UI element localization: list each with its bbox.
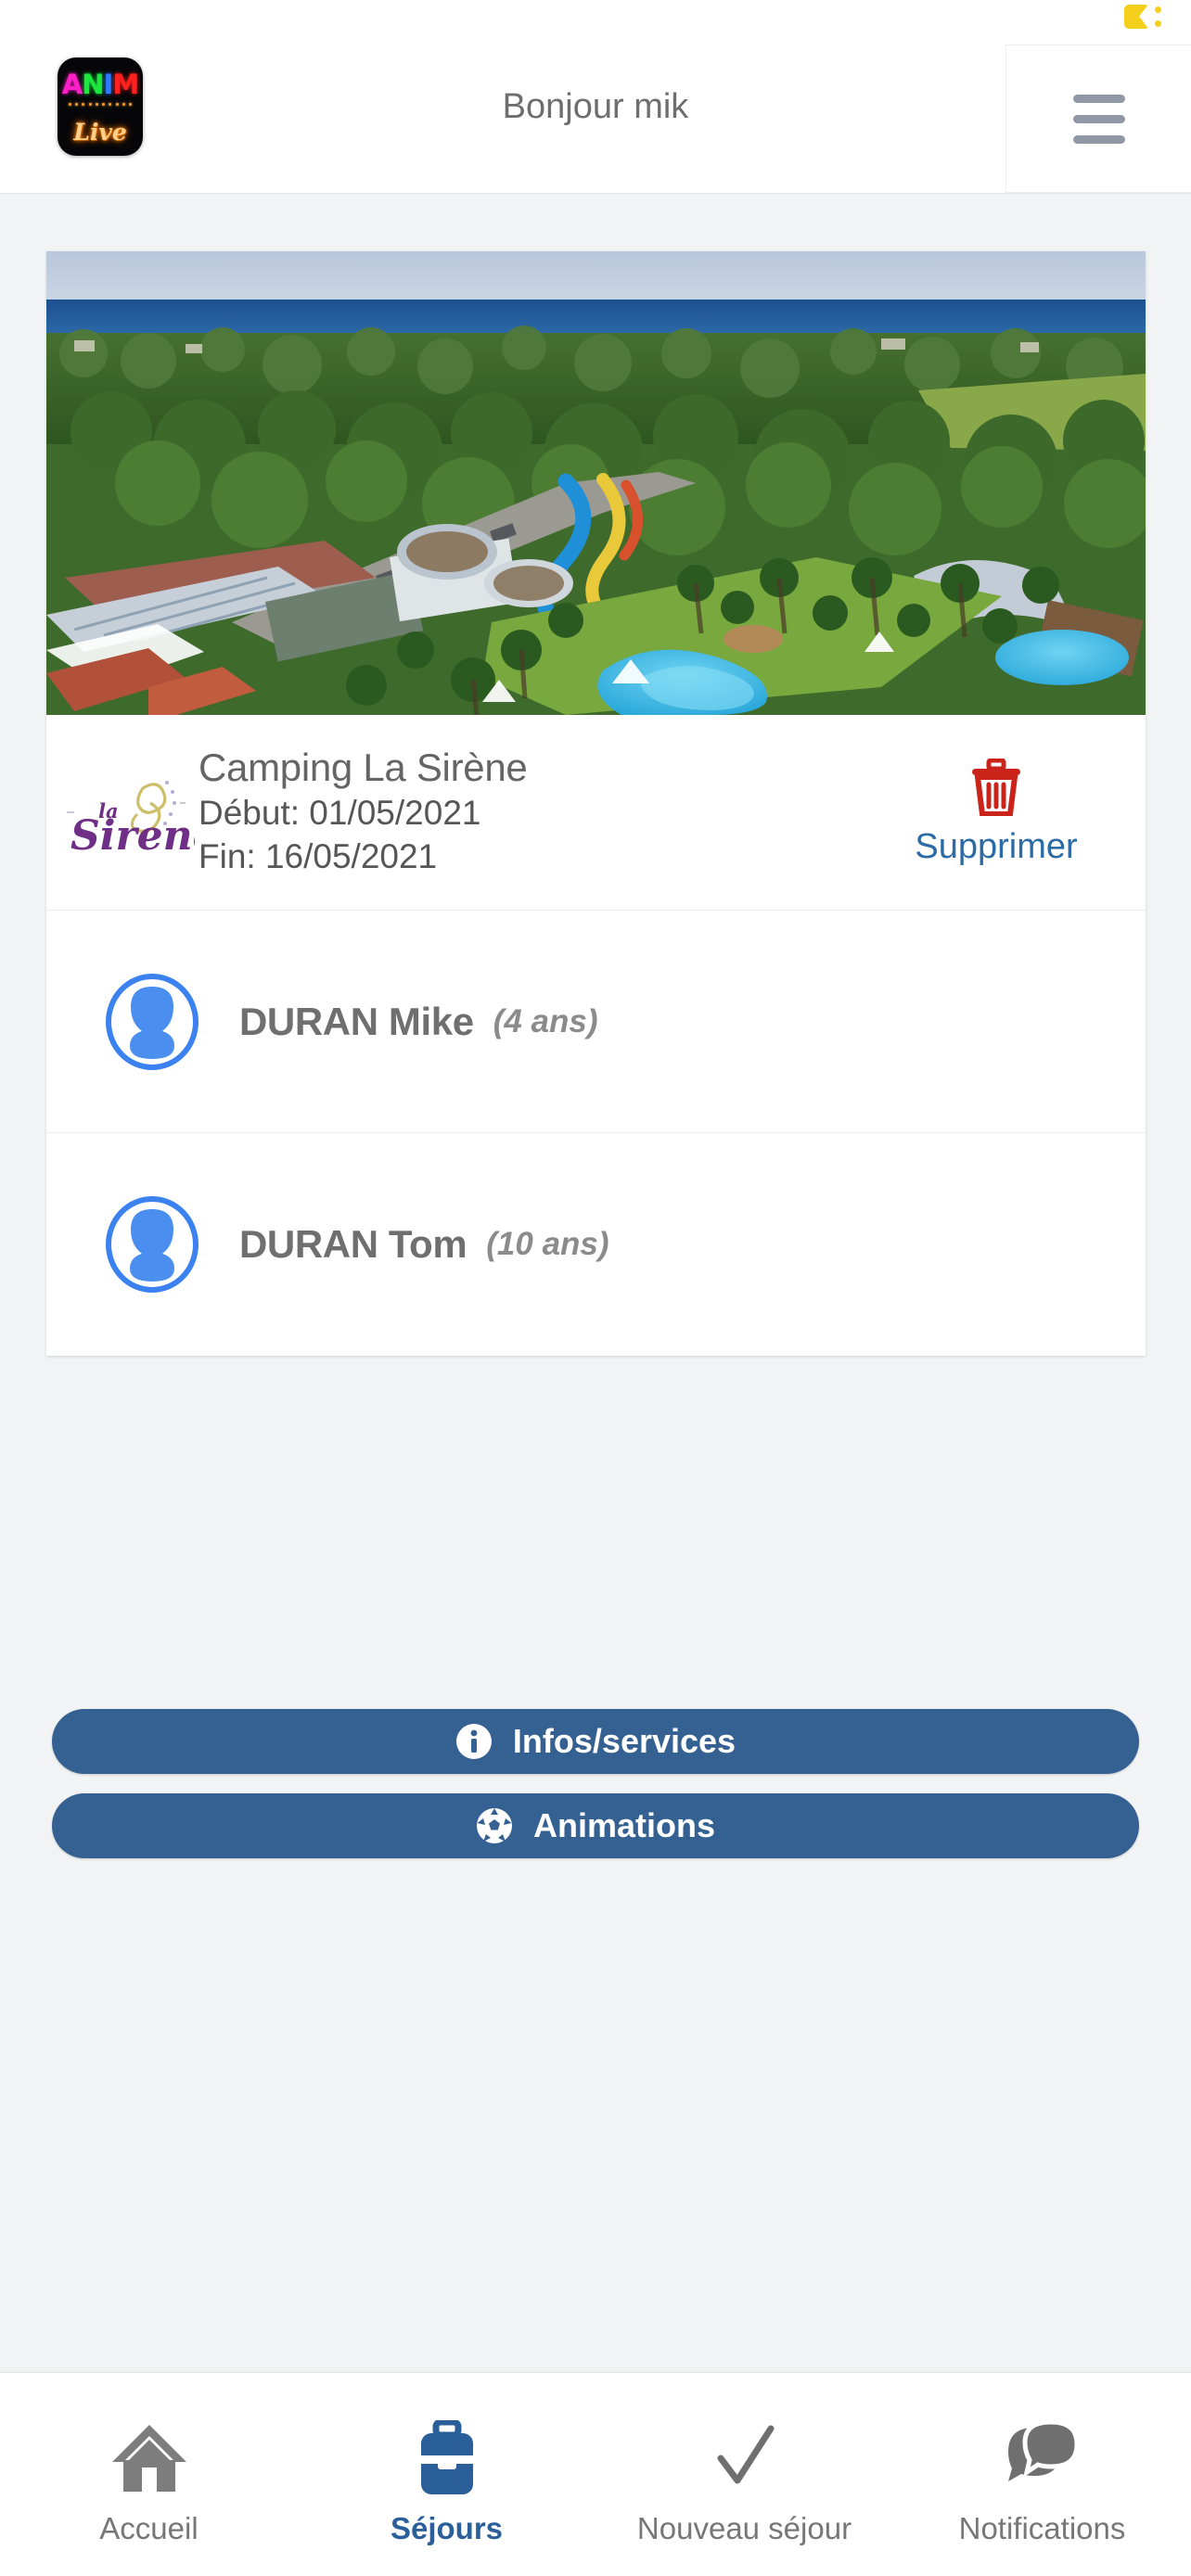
la-sirene-logo-icon: Sirene la [54, 760, 195, 864]
action-button-group: Infos/services Animations [52, 1709, 1139, 1858]
nav-item-nouveau-sejour[interactable]: Nouveau séjour [596, 2373, 893, 2576]
logo-anim-text: ANIM [61, 69, 139, 100]
scroll-content: Sirene la Camping La Sirène Début: 01/05… [0, 194, 1191, 2372]
logo-live-text: Live [73, 119, 127, 146]
participant-age: (10 ans) [486, 1226, 609, 1262]
nav-label-notifications: Notifications [958, 2510, 1126, 2545]
animations-label: Animations [532, 1806, 715, 1844]
chat-bubbles-icon [1001, 2418, 1084, 2498]
stay-details: Camping La Sirène Début: 01/05/2021 Fin:… [195, 746, 873, 878]
nav-item-sejours[interactable]: Séjours [298, 2373, 596, 2576]
soccer-ball-icon [476, 1807, 513, 1844]
animations-button[interactable]: Animations [52, 1793, 1139, 1858]
home-icon [109, 2418, 190, 2498]
child-avatar-icon [104, 973, 200, 1070]
stay-end-date: Fin: 16/05/2021 [198, 837, 438, 876]
participant-name: DURAN Mike [239, 999, 474, 1043]
participant-row[interactable]: DURAN Mike (4 ans) [46, 911, 1146, 1133]
svg-text:la: la [98, 799, 119, 823]
infos-services-label: Infos/services [512, 1722, 736, 1760]
nav-item-accueil[interactable]: Accueil [0, 2373, 298, 2576]
status-bar [0, 0, 1191, 29]
anim-live-logo-icon[interactable]: ANIM Live [58, 57, 143, 156]
participant-age: (4 ans) [493, 1002, 598, 1039]
network-glyph-icon [1124, 5, 1167, 29]
briefcase-icon [412, 2418, 482, 2498]
child-avatar-icon [104, 1196, 200, 1293]
participant-name: DURAN Tom [239, 1222, 467, 1266]
logo-dot-row [69, 103, 132, 106]
stay-card: Sirene la Camping La Sirène Début: 01/05… [46, 251, 1146, 1356]
nav-item-notifications[interactable]: Notifications [893, 2373, 1191, 2576]
info-circle-icon [455, 1723, 493, 1760]
delete-stay-label: Supprimer [915, 826, 1078, 866]
nav-label-sejours: Séjours [390, 2510, 504, 2545]
bottom-navigation: Accueil Séjours Nouveau séjour Notificat… [0, 2372, 1191, 2576]
stay-start-date: Début: 01/05/2021 [198, 793, 481, 832]
stay-resort-name: Camping La Sirène [198, 746, 528, 790]
check-icon [708, 2418, 782, 2498]
nav-label-accueil: Accueil [99, 2510, 198, 2545]
svg-text:Sirene: Sirene [70, 812, 195, 860]
resort-aerial-photo [46, 251, 1146, 715]
stay-summary-row: Sirene la Camping La Sirène Début: 01/05… [46, 715, 1146, 911]
participant-row[interactable]: DURAN Tom (10 ans) [46, 1133, 1146, 1356]
app-header: ANIM Live Bonjour mik [0, 20, 1191, 194]
trash-icon [972, 758, 1020, 816]
infos-services-button[interactable]: Infos/services [52, 1709, 1139, 1774]
nav-label-nouveau-sejour: Nouveau séjour [636, 2510, 852, 2545]
hamburger-menu-icon[interactable] [1005, 45, 1191, 193]
delete-stay-button[interactable]: Supprimer [873, 758, 1123, 867]
